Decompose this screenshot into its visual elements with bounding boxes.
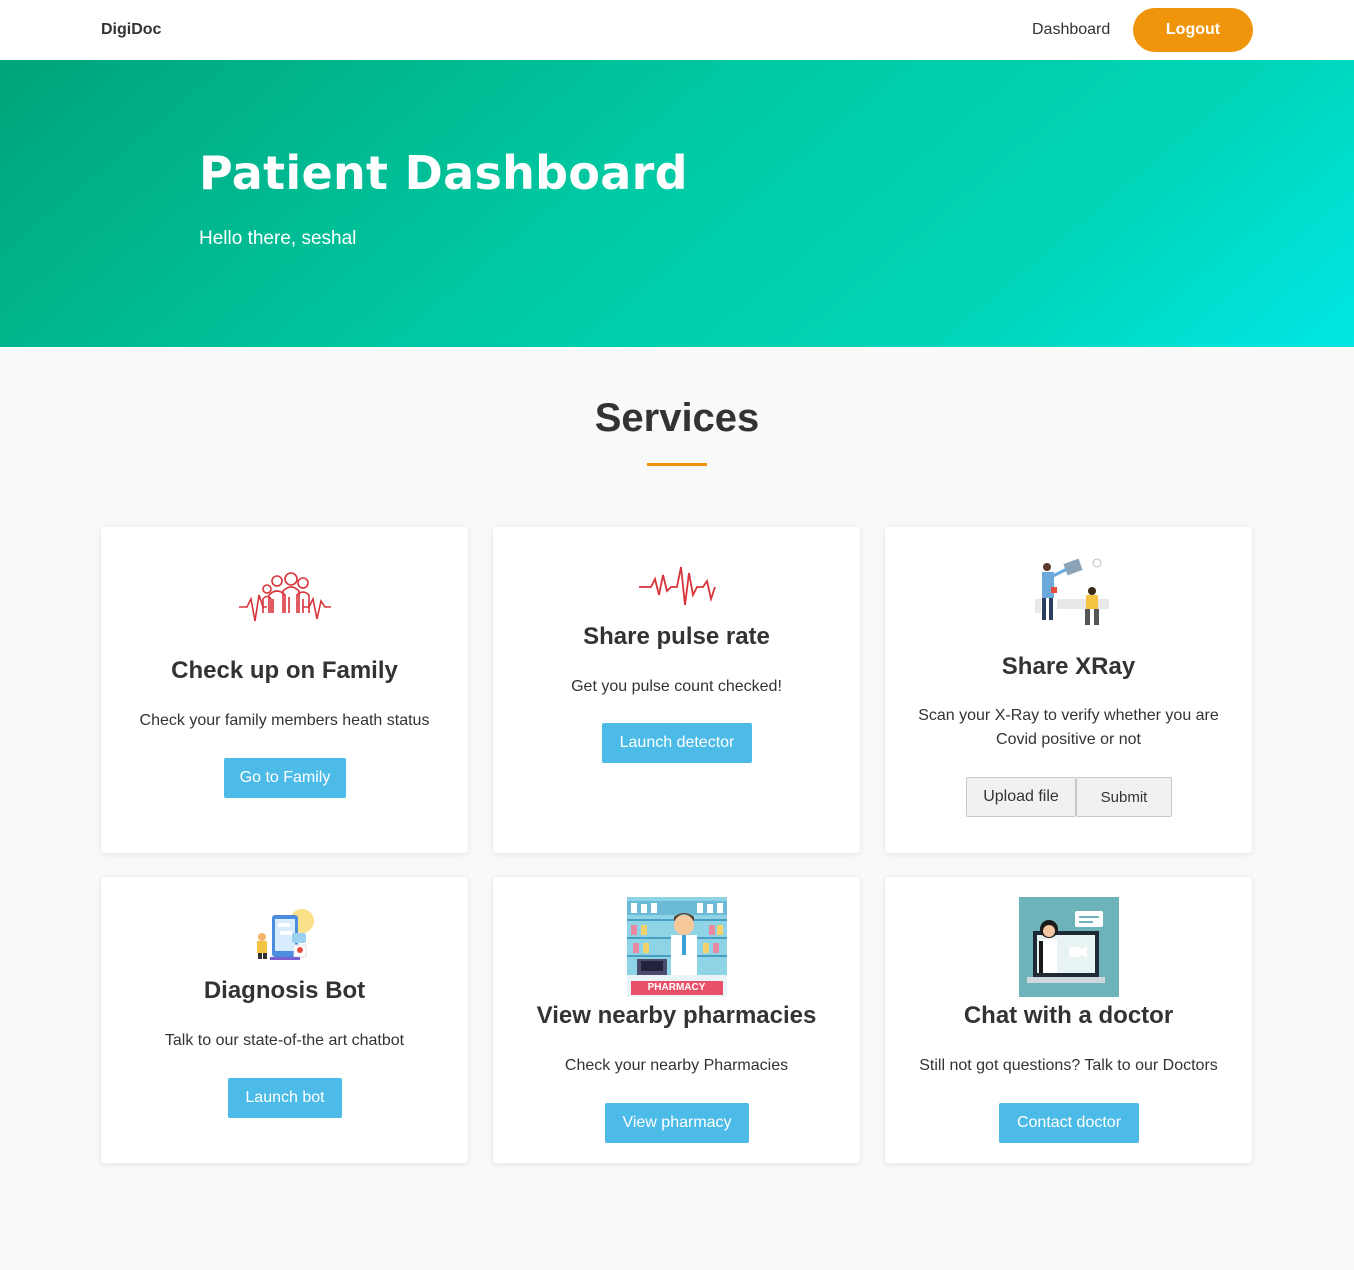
nav-dashboard-link[interactable]: Dashboard [1032, 21, 1110, 39]
go-to-family-button[interactable]: Go to Family [224, 758, 346, 798]
card-title: Share pulse rate [583, 623, 770, 650]
card-description: Scan your X-Ray to verify whether you ar… [918, 707, 1219, 748]
greeting-text: Hello there, seshal [199, 228, 357, 249]
family-heartbeat-icon [237, 569, 333, 627]
launch-detector-button[interactable]: Launch detector [602, 723, 752, 763]
pharmacy-sign-label: PHARMACY [647, 982, 706, 993]
service-card-family: Check up on Family Check your family mem… [101, 527, 468, 853]
card-description: Check your nearby Pharmacies [564, 1057, 789, 1074]
card-title: Chat with a doctor [963, 1002, 1174, 1029]
service-card-pulse: Share pulse rate Get you pulse count che… [493, 527, 860, 853]
service-card-chat-doctor: Chat with a doctor Still not got questio… [885, 877, 1252, 1163]
services-heading: Services [594, 396, 760, 440]
brand-logo[interactable]: DigiDoc [101, 21, 161, 39]
card-description: Check your family members heath status [139, 712, 430, 729]
card-description: Get you pulse count checked! [571, 678, 782, 695]
logout-button[interactable]: Logout [1133, 8, 1253, 52]
services-divider [647, 463, 707, 466]
view-pharmacy-button[interactable]: View pharmacy [605, 1103, 749, 1143]
card-title: Share XRay [1001, 653, 1136, 680]
xray-doctor-icon [1027, 555, 1111, 639]
video-call-doctor-icon [1018, 897, 1119, 997]
service-card-diagnosis-bot: Diagnosis Bot Talk to our state-of-the a… [101, 877, 468, 1163]
launch-bot-button[interactable]: Launch bot [228, 1078, 342, 1118]
card-title: Diagnosis Bot [203, 977, 366, 1004]
service-card-pharmacy: PHARMACY View nearby pharmacies Check yo… [493, 877, 860, 1163]
chatbot-icon [254, 907, 316, 961]
pharmacist-icon: PHARMACY [626, 897, 727, 997]
submit-button[interactable]: Submit [1076, 777, 1172, 817]
contact-doctor-button[interactable]: Contact doctor [999, 1103, 1139, 1143]
page-title: Patient Dashboard [199, 146, 688, 200]
card-title: Check up on Family [171, 657, 398, 684]
card-description: Still not got questions? Talk to our Doc… [919, 1057, 1218, 1074]
upload-file-button[interactable]: Upload file [966, 777, 1076, 817]
top-navbar: DigiDoc Dashboard Logout [0, 0, 1354, 60]
card-title: View nearby pharmacies [536, 1002, 817, 1029]
hero-banner: Patient Dashboard Hello there, seshal [0, 60, 1354, 347]
card-description: Talk to our state-of-the art chatbot [164, 1032, 405, 1049]
service-card-xray: Share XRay Scan your X-Ray to verify whe… [885, 527, 1252, 853]
pulse-icon [637, 565, 717, 609]
